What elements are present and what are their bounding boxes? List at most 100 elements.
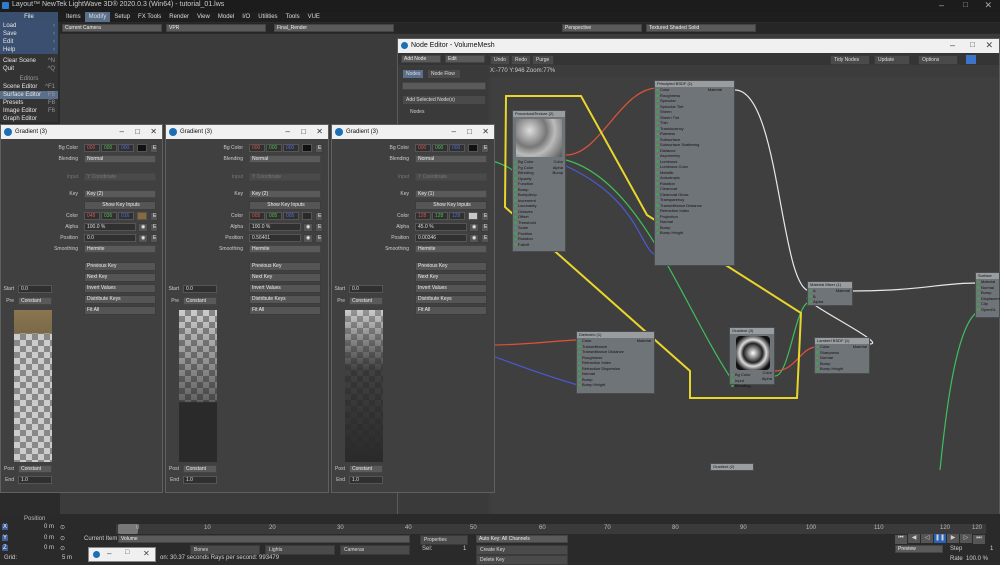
color-field[interactable]: 005 xyxy=(249,212,265,220)
position-field[interactable]: 0.00346 xyxy=(415,234,467,242)
color-field[interactable]: 128 xyxy=(432,212,448,220)
skip-end-icon[interactable]: ⏭ xyxy=(973,535,985,544)
close-icon[interactable]: ✕ xyxy=(316,125,323,139)
envelope-button[interactable]: E xyxy=(150,223,158,232)
maximize-icon[interactable]: □ xyxy=(135,125,140,139)
minimize-icon[interactable]: – xyxy=(107,549,111,558)
eye-icon[interactable]: ◉ xyxy=(303,223,313,232)
show-key-inputs-button[interactable]: Show Key Inputs xyxy=(415,201,487,210)
lock-icon[interactable]: ⊙ xyxy=(60,524,65,531)
key-select[interactable]: Key (2) xyxy=(84,190,156,198)
distribute-keys-button[interactable]: Distribute Keys xyxy=(249,295,321,304)
node-gradient[interactable]: Gradient (3) Bg Color Input Blending Col… xyxy=(729,327,775,388)
fit-all-button[interactable]: Fit All xyxy=(249,306,321,315)
port[interactable]: Bump Height xyxy=(815,366,869,372)
eye-icon[interactable]: ◉ xyxy=(469,234,479,243)
smoothing-select[interactable]: Hermite xyxy=(249,245,321,253)
minimize-icon[interactable]: – xyxy=(120,125,124,139)
next-key-button[interactable]: Next Key xyxy=(84,273,156,282)
minimize-icon[interactable]: – xyxy=(286,125,290,139)
key-select[interactable]: Key (1) xyxy=(415,190,487,198)
port[interactable]: Falloff xyxy=(513,242,565,248)
node-principled-bsdf[interactable]: Principled BSDF (1) Material Color Rough… xyxy=(654,80,735,266)
color-field[interactable]: 005 xyxy=(266,212,282,220)
bg-color-field[interactable]: 000 xyxy=(101,144,117,152)
previous-key-button[interactable]: Previous Key xyxy=(84,262,156,271)
envelope-button[interactable]: E xyxy=(481,223,489,232)
envelope-button[interactable]: E xyxy=(150,144,158,153)
port[interactable]: Bump Height xyxy=(655,230,734,236)
alpha-field[interactable]: 100.0 % xyxy=(249,223,301,231)
node-surface[interactable]: Surface Material Normal Bump Displacemen… xyxy=(975,272,1000,318)
color-field[interactable]: 128 xyxy=(415,212,431,220)
lights-button[interactable]: Lights xyxy=(265,545,335,555)
position-field[interactable]: 0.56401 xyxy=(249,234,301,242)
show-key-inputs-button[interactable]: Show Key Inputs xyxy=(249,201,321,210)
pre-select[interactable]: Constant xyxy=(183,297,217,305)
post-select[interactable]: Constant xyxy=(349,465,383,473)
lock-icon[interactable]: ⊙ xyxy=(60,535,65,542)
color-field[interactable]: 005 xyxy=(283,212,299,220)
input-select[interactable]: Y Coordinate xyxy=(415,173,487,181)
gradient-bar[interactable] xyxy=(179,310,217,462)
post-select[interactable]: Constant xyxy=(183,465,217,473)
start-field[interactable]: 0.0 xyxy=(18,285,52,293)
node-procedural-texture[interactable]: ProceduralTexture (2) Bg Color Fg Color … xyxy=(512,110,566,252)
color-swatch[interactable] xyxy=(468,212,478,220)
invert-values-button[interactable]: Invert Values xyxy=(415,284,487,293)
node-gradient-2[interactable]: Gradient (2) xyxy=(710,463,754,471)
bones-button[interactable]: Bones xyxy=(190,545,260,555)
bg-color-field[interactable]: 000 xyxy=(266,144,282,152)
bg-color-field[interactable]: 000 xyxy=(283,144,299,152)
bg-color-field[interactable]: 000 xyxy=(118,144,134,152)
properties-button[interactable]: Properties xyxy=(420,535,468,545)
eye-icon[interactable]: ◉ xyxy=(138,234,148,243)
bg-color-field[interactable]: 000 xyxy=(415,144,431,152)
timeline-scrubber[interactable] xyxy=(118,524,138,534)
fit-all-button[interactable]: Fit All xyxy=(84,306,156,315)
alpha-field[interactable]: 100.0 % xyxy=(84,223,136,231)
show-key-inputs-button[interactable]: Show Key Inputs xyxy=(84,201,156,210)
maximize-icon[interactable]: □ xyxy=(125,549,129,556)
current-item-select[interactable]: Volume xyxy=(118,535,410,543)
envelope-button[interactable]: E xyxy=(315,212,323,221)
pre-select[interactable]: Constant xyxy=(18,297,52,305)
input-select[interactable]: Y Coordinate xyxy=(249,173,321,181)
minimize-icon[interactable]: – xyxy=(452,125,456,139)
eye-icon[interactable]: ◉ xyxy=(303,234,313,243)
port[interactable]: Blending xyxy=(730,383,774,389)
timeline-track[interactable] xyxy=(116,524,986,534)
smoothing-select[interactable]: Hermite xyxy=(415,245,487,253)
cameras-button[interactable]: Cameras xyxy=(340,545,410,555)
next-key-button[interactable]: Next Key xyxy=(249,273,321,282)
gradient-bar[interactable] xyxy=(345,310,383,462)
bg-color-field[interactable]: 000 xyxy=(84,144,100,152)
end-field[interactable]: 1.0 xyxy=(18,476,52,484)
previous-key-button[interactable]: Previous Key xyxy=(415,262,487,271)
invert-values-button[interactable]: Invert Values xyxy=(249,284,321,293)
delete-key-button[interactable]: Delete Key xyxy=(476,555,568,565)
next-key-button[interactable]: Next Key xyxy=(415,273,487,282)
distribute-keys-button[interactable]: Distribute Keys xyxy=(84,295,156,304)
next-frame-icon[interactable]: ▷ xyxy=(960,534,972,543)
output-port[interactable]: Color xyxy=(762,370,772,376)
close-icon[interactable]: ✕ xyxy=(482,125,489,139)
blending-select[interactable]: Normal xyxy=(415,155,487,163)
envelope-button[interactable]: E xyxy=(150,234,158,243)
port[interactable]: Alpha xyxy=(808,299,852,305)
distribute-keys-button[interactable]: Distribute Keys xyxy=(415,295,487,304)
color-field[interactable]: 016 xyxy=(118,212,134,220)
color-field[interactable]: 128 xyxy=(449,212,465,220)
node-lambert-bsdf[interactable]: Lambert BSDF (1) Material Color Sharpnes… xyxy=(814,337,870,374)
prev-frame-icon[interactable]: ◀ xyxy=(908,534,920,543)
eye-icon[interactable]: ◉ xyxy=(469,223,479,232)
bg-color-swatch[interactable] xyxy=(302,144,312,152)
end-field[interactable]: 1.0 xyxy=(183,476,217,484)
color-swatch[interactable] xyxy=(137,212,147,220)
maximize-icon[interactable]: □ xyxy=(467,125,472,139)
envelope-button[interactable]: E xyxy=(315,234,323,243)
eye-icon[interactable]: ◉ xyxy=(138,223,148,232)
fit-all-button[interactable]: Fit All xyxy=(415,306,487,315)
start-field[interactable]: 0.0 xyxy=(349,285,383,293)
bg-color-field[interactable]: 000 xyxy=(432,144,448,152)
